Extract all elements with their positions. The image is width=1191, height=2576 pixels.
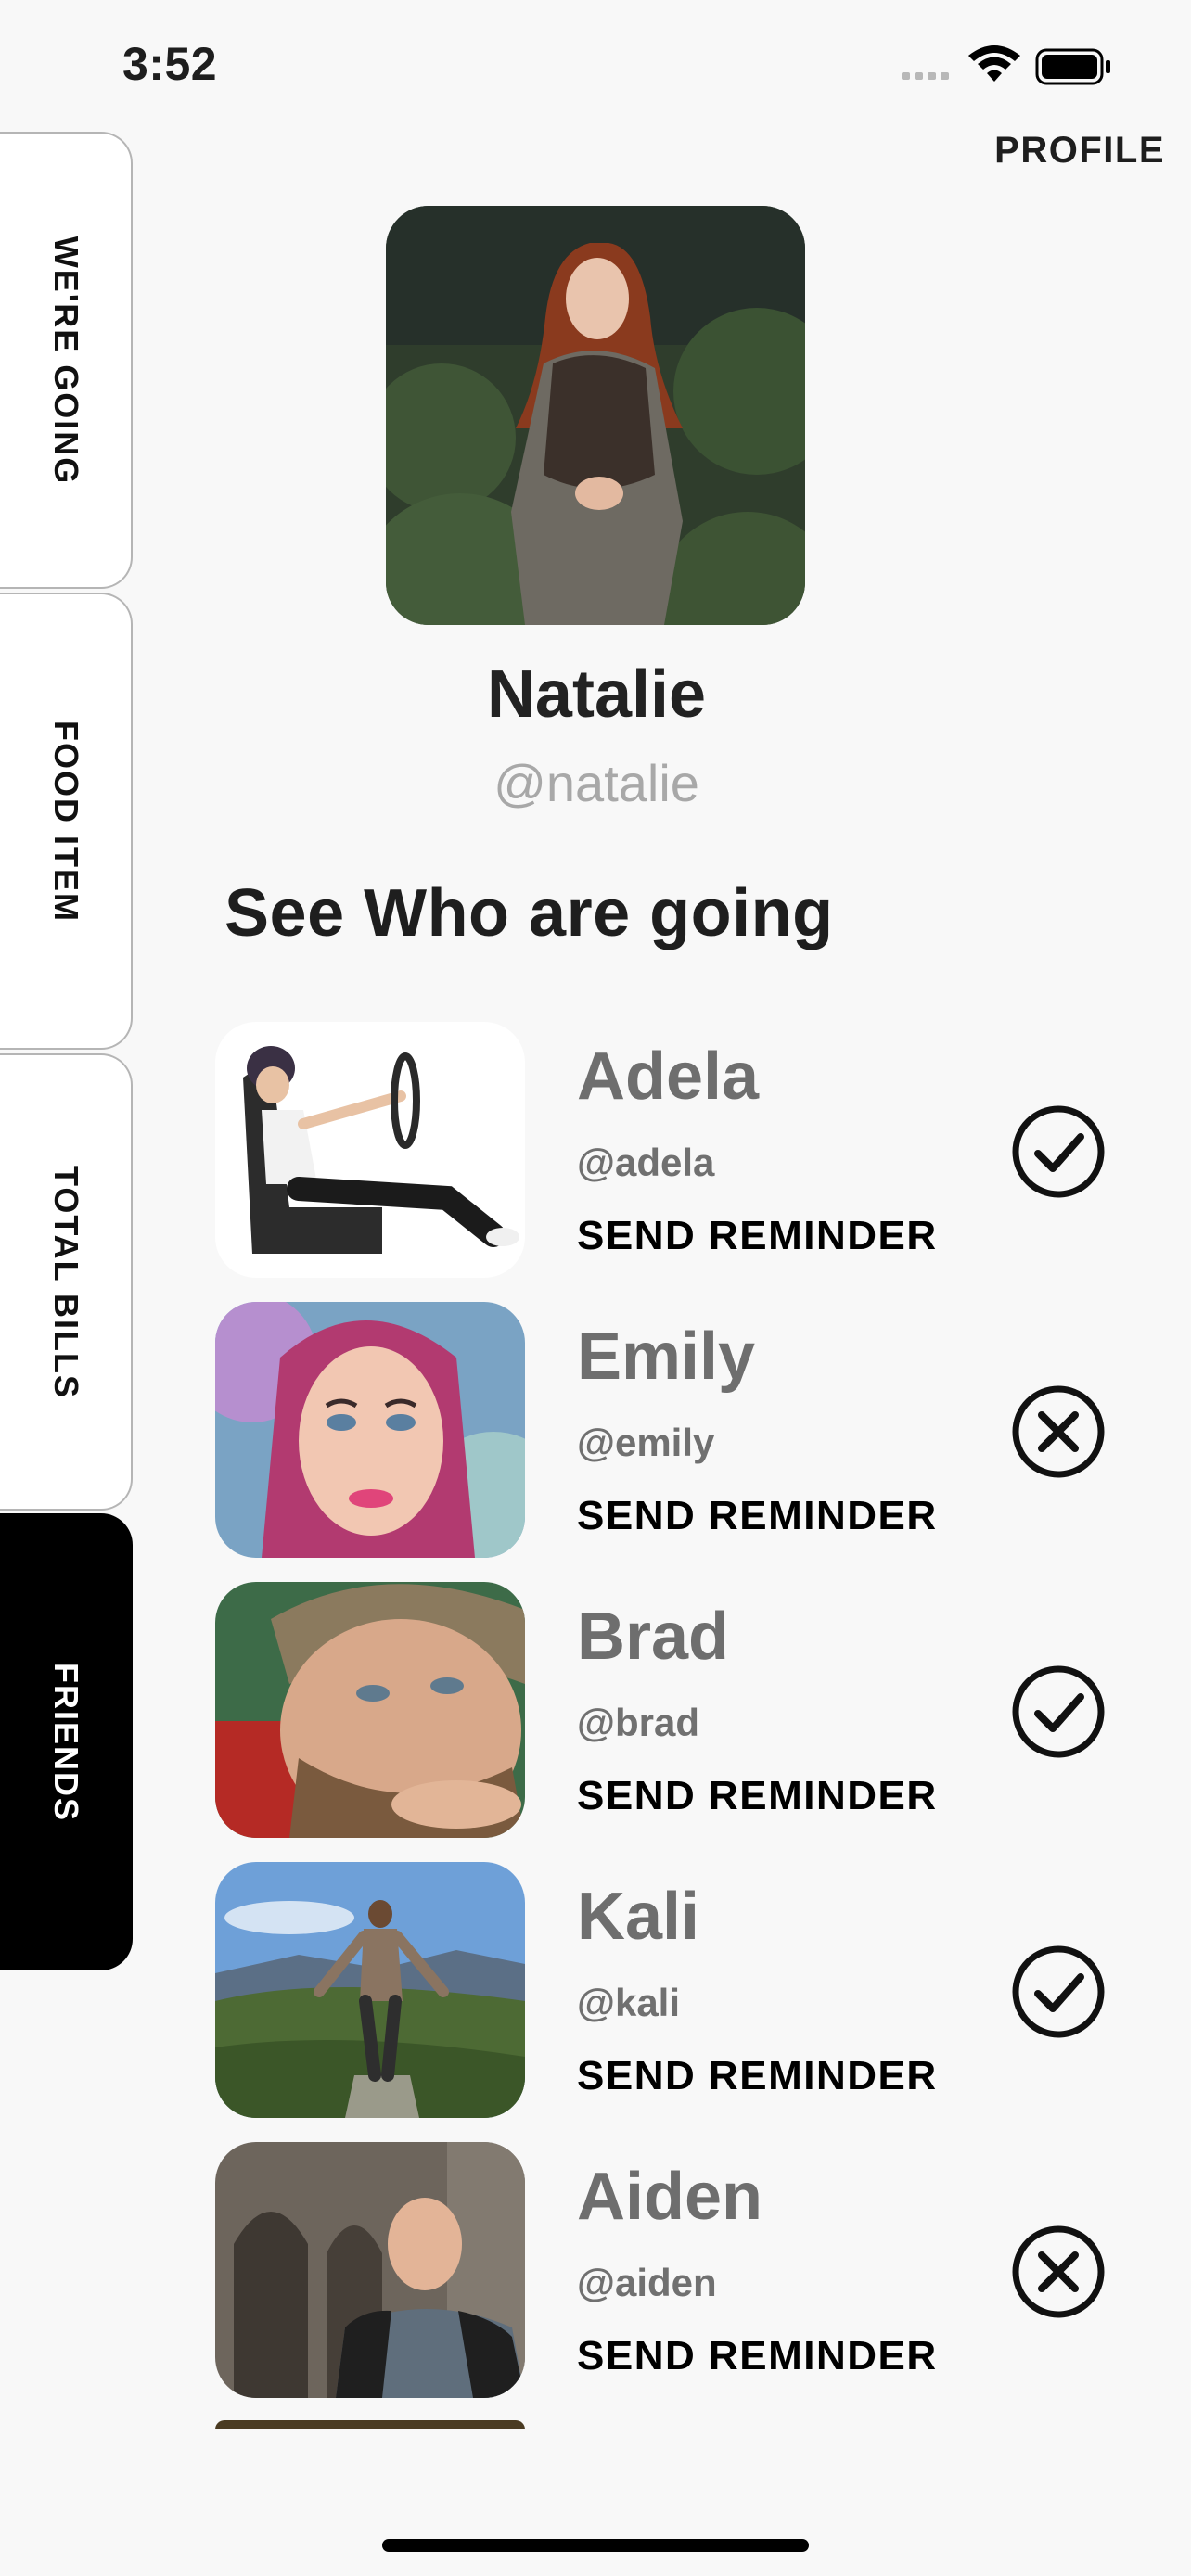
user-handle: @natalie [493,754,699,812]
check-circle-icon[interactable] [1010,1103,1107,1200]
friend-row: Brad @brad SEND REMINDER [0,1582,1191,1842]
friend-handle: @brad [577,1701,699,1744]
friend-name: Aiden [577,2160,763,2234]
friend-handle: @kali [577,1981,681,2024]
status-time: 3:52 [122,38,218,90]
friend-avatar [215,2142,525,2398]
tab-food-item[interactable]: FOOD ITEM [0,593,133,1050]
tab-label: FOOD ITEM [46,720,85,923]
friend-row: Aiden @aiden SEND REMINDER [0,2142,1191,2402]
check-circle-icon[interactable] [1010,1664,1107,1760]
friend-avatar [215,1022,525,1278]
friend-avatar-partial [215,2420,525,2429]
send-reminder-button[interactable]: SEND REMINDER [577,1773,938,1819]
friends-screen: 3:52 PROFILE WE'RE GOING FOOD ITEM TOTAL… [0,0,1191,2576]
friend-handle: @emily [577,1421,715,1464]
friend-name: Kali [577,1880,700,1954]
friend-handle: @aiden [577,2261,717,2304]
user-avatar [386,206,805,625]
friend-name: Adela [577,1039,760,1114]
friend-handle: @adela [577,1141,715,1184]
send-reminder-button[interactable]: SEND REMINDER [577,2333,938,2379]
check-circle-icon[interactable] [1010,1944,1107,2040]
wifi-icon [968,45,1020,82]
friend-name: Emily [577,1320,756,1394]
tab-were-going[interactable]: WE'RE GOING [0,132,133,589]
friend-avatar [215,1582,525,1838]
friend-avatar [215,1302,525,1558]
friend-row: Kali @kali SEND REMINDER [0,1862,1191,2122]
send-reminder-button[interactable]: SEND REMINDER [577,2053,938,2099]
friend-name: Brad [577,1600,730,1674]
section-title: See Who are going [224,876,834,950]
send-reminder-button[interactable]: SEND REMINDER [577,1213,938,1259]
profile-link[interactable]: PROFILE [994,130,1165,172]
user-name: Natalie [486,657,707,732]
send-reminder-button[interactable]: SEND REMINDER [577,1493,938,1539]
home-indicator[interactable] [382,2539,809,2552]
friend-row: Emily @emily SEND REMINDER [0,1302,1191,1562]
x-circle-icon[interactable] [1010,1384,1107,1480]
friend-row: Adela @adela SEND REMINDER [0,1022,1191,1282]
tab-label: WE'RE GOING [46,236,85,485]
x-circle-icon[interactable] [1010,2224,1107,2320]
status-icons [898,45,1121,91]
cellular-signal-icon [902,72,949,80]
friend-avatar [215,1862,525,2118]
battery-icon [1035,48,1110,85]
